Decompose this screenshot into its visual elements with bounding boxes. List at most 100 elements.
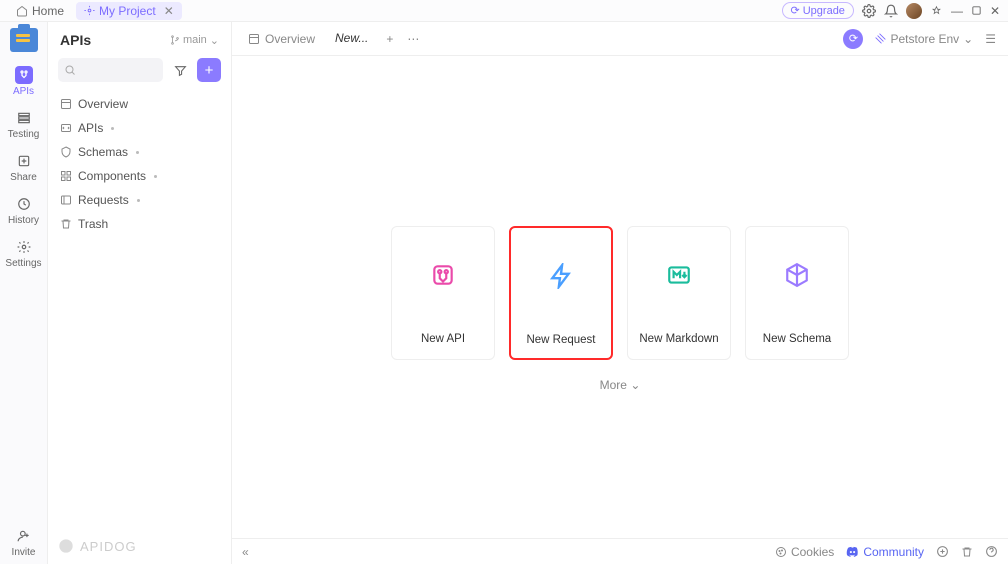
community-label: Community [863, 545, 924, 559]
share-icon [15, 152, 33, 170]
add-button[interactable]: + [197, 58, 221, 82]
rail-history[interactable]: History [0, 189, 47, 232]
upgrade-button[interactable]: ⟳ Upgrade [782, 2, 854, 19]
close-icon[interactable]: ✕ [164, 4, 174, 18]
overview-icon [60, 98, 72, 110]
collapse-sidebar-button[interactable]: « [242, 545, 249, 559]
chevron-down-icon: ⌄ [630, 378, 640, 392]
rail-invite[interactable]: Invite [0, 521, 47, 564]
tab-project-label: My Project [99, 4, 156, 18]
footer-add-button[interactable] [936, 545, 949, 558]
card-new-schema-label: New Schema [763, 333, 831, 345]
more-button[interactable]: More ⌄ [232, 378, 1008, 392]
community-button[interactable]: Community [846, 545, 924, 559]
card-new-request[interactable]: New Request [509, 226, 613, 360]
tab-overview[interactable]: Overview [238, 22, 325, 55]
expand-dot-icon [154, 175, 157, 178]
requests-icon [60, 194, 72, 206]
tree-schemas-label: Schemas [78, 145, 128, 159]
tree-requests[interactable]: Requests [48, 188, 231, 212]
rail-apis[interactable]: APIs [0, 60, 47, 103]
gear-icon[interactable] [862, 4, 876, 18]
editor-tabs: Overview New... + ⋯ ⟳ Petstore Env [232, 22, 1008, 56]
footer-trash-button[interactable] [961, 546, 973, 558]
card-new-api-label: New API [421, 333, 465, 345]
history-icon [15, 195, 33, 213]
statusbar: « Cookies Community [232, 538, 1008, 564]
new-cards: New API New Request New Markdown New Sch… [232, 226, 1008, 360]
tab-overview-label: Overview [265, 32, 315, 46]
tab-project[interactable]: My Project ✕ [76, 2, 182, 20]
tree-components[interactable]: Components [48, 164, 231, 188]
env-label: Petstore Env [890, 32, 959, 46]
card-new-schema[interactable]: New Schema [745, 226, 849, 360]
panel-menu-button[interactable]: ☰ [979, 32, 1002, 46]
tab-home[interactable]: Home [8, 2, 72, 20]
cookie-icon [775, 546, 787, 558]
home-icon [16, 5, 28, 17]
plus-icon: + [205, 62, 214, 79]
rail-testing[interactable]: Testing [0, 103, 47, 146]
tab-more-button[interactable]: ⋯ [401, 32, 425, 46]
window-close-icon[interactable]: ✕ [990, 4, 1000, 18]
canvas: New API New Request New Markdown New Sch… [232, 56, 1008, 538]
tree-overview[interactable]: Overview [48, 92, 231, 116]
components-icon [60, 170, 72, 182]
sidebar: APIs main ⌄ + [48, 22, 232, 564]
tree-apis[interactable]: APIs [48, 116, 231, 140]
rail-invite-label: Invite [12, 547, 36, 558]
chevron-down-icon: ⌄ [963, 32, 973, 46]
bell-icon[interactable] [884, 4, 898, 18]
minimize-icon[interactable]: — [951, 4, 963, 18]
tab-home-label: Home [32, 4, 64, 18]
sync-button[interactable]: ⟳ [843, 29, 863, 49]
upgrade-label: Upgrade [803, 5, 845, 17]
avatar[interactable] [906, 3, 922, 19]
tree: Overview APIs Schemas Components [48, 90, 231, 238]
overview-tab-icon [248, 33, 260, 45]
env-selector[interactable]: Petstore Env ⌄ [869, 32, 979, 46]
menu-icon: ☰ [985, 32, 996, 46]
rail-share[interactable]: Share [0, 146, 47, 189]
card-new-markdown-label: New Markdown [639, 333, 718, 345]
tree-trash[interactable]: Trash [48, 212, 231, 236]
lightning-icon [547, 262, 575, 290]
card-new-api[interactable]: New API [391, 226, 495, 360]
search-input[interactable] [58, 58, 163, 82]
branch-selector[interactable]: main ⌄ [170, 34, 219, 47]
testing-icon [15, 109, 33, 127]
plus-icon: + [386, 32, 393, 46]
more-horizontal-icon: ⋯ [407, 32, 419, 46]
upgrade-icon: ⟳ [791, 4, 800, 17]
rail-testing-label: Testing [8, 129, 40, 140]
invite-icon [15, 527, 33, 545]
pin-icon[interactable] [930, 4, 943, 17]
trash-icon [60, 218, 72, 230]
cookies-button[interactable]: Cookies [775, 545, 834, 559]
footer-help-button[interactable] [985, 545, 998, 558]
brand-label: APIDOG [80, 539, 137, 554]
new-tab-button[interactable]: + [378, 32, 401, 46]
help-icon [985, 545, 998, 558]
cube-icon [783, 261, 811, 289]
rail-settings[interactable]: Settings [0, 232, 47, 275]
project-briefcase-icon[interactable] [10, 28, 38, 52]
sidebar-title: APIs [60, 32, 91, 48]
tab-new[interactable]: New... [325, 22, 378, 55]
env-icon [875, 33, 886, 44]
branch-icon [170, 35, 180, 45]
maximize-icon[interactable] [971, 5, 982, 16]
rail-apis-label: APIs [13, 86, 34, 97]
brand-icon [58, 538, 74, 554]
card-new-markdown[interactable]: New Markdown [627, 226, 731, 360]
api-icon [429, 261, 457, 289]
tab-new-label: New... [335, 31, 368, 45]
filter-icon [174, 64, 187, 77]
filter-button[interactable] [169, 58, 191, 82]
apis-folder-icon [60, 122, 72, 134]
rail-history-label: History [8, 215, 39, 226]
titlebar: Home My Project ✕ ⟳ Upgrade — ✕ [0, 0, 1008, 22]
discord-icon [846, 545, 859, 558]
tree-trash-label: Trash [78, 217, 108, 231]
tree-schemas[interactable]: Schemas [48, 140, 231, 164]
